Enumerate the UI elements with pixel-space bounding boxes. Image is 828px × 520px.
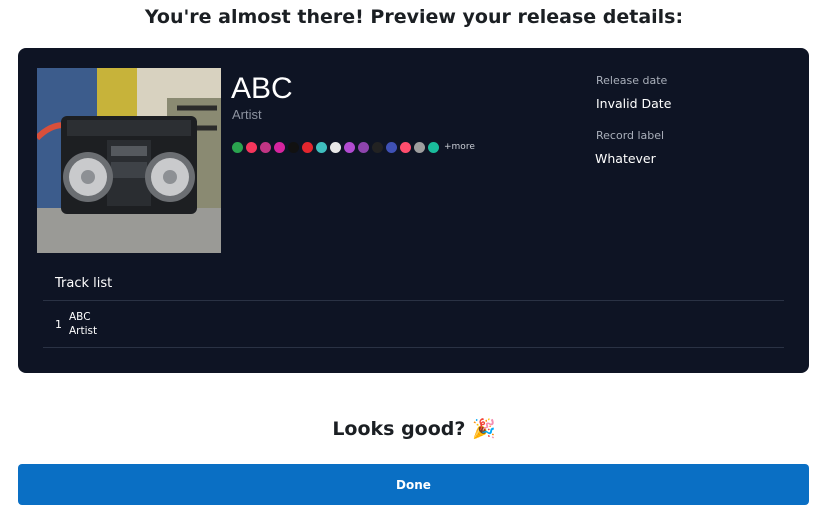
- track-number: 1: [55, 318, 62, 331]
- tracklist-divider-bottom: [43, 347, 784, 348]
- platform-icon-6[interactable]: [302, 141, 313, 153]
- platform-icon-13[interactable]: [400, 141, 411, 153]
- done-button[interactable]: Done: [18, 464, 809, 505]
- release-preview-card: ABC Artist +more Release date Invalid Da…: [18, 48, 809, 373]
- album-title: ABC: [231, 72, 293, 105]
- platform-icon-4[interactable]: [274, 141, 285, 153]
- release-date-value: Invalid Date: [596, 96, 672, 111]
- platform-icon-11[interactable]: [372, 141, 383, 153]
- platform-icon-3[interactable]: [260, 141, 271, 153]
- platform-icon-1[interactable]: [232, 141, 243, 153]
- platform-icon-7[interactable]: [316, 141, 327, 153]
- platform-icon-15[interactable]: [428, 141, 439, 153]
- track-row: 1 ABC Artist: [43, 301, 784, 347]
- album-cover-image: [37, 68, 221, 253]
- more-platforms-link[interactable]: +more: [444, 142, 475, 152]
- platform-icon-2[interactable]: [246, 141, 257, 153]
- track-artist: Artist: [69, 325, 98, 337]
- platform-icon-5[interactable]: [288, 141, 299, 153]
- platform-icon-9[interactable]: [344, 141, 355, 153]
- platform-icon-8[interactable]: [330, 141, 341, 153]
- record-label-value: Whatever: [595, 151, 656, 166]
- track-title: ABC: [69, 311, 91, 323]
- release-date-label: Release date: [596, 74, 668, 87]
- tracklist-heading: Track list: [55, 276, 113, 291]
- record-label-label: Record label: [596, 129, 665, 142]
- album-artist: Artist: [232, 107, 262, 122]
- platform-icon-10[interactable]: [358, 141, 369, 153]
- platform-icon-14[interactable]: [414, 141, 425, 153]
- platform-icons-row: +more: [232, 140, 475, 154]
- confirmation-question: Looks good? 🎉: [332, 418, 496, 440]
- platform-icon-12[interactable]: [386, 141, 397, 153]
- page-title: You're almost there! Preview your releas…: [144, 6, 684, 28]
